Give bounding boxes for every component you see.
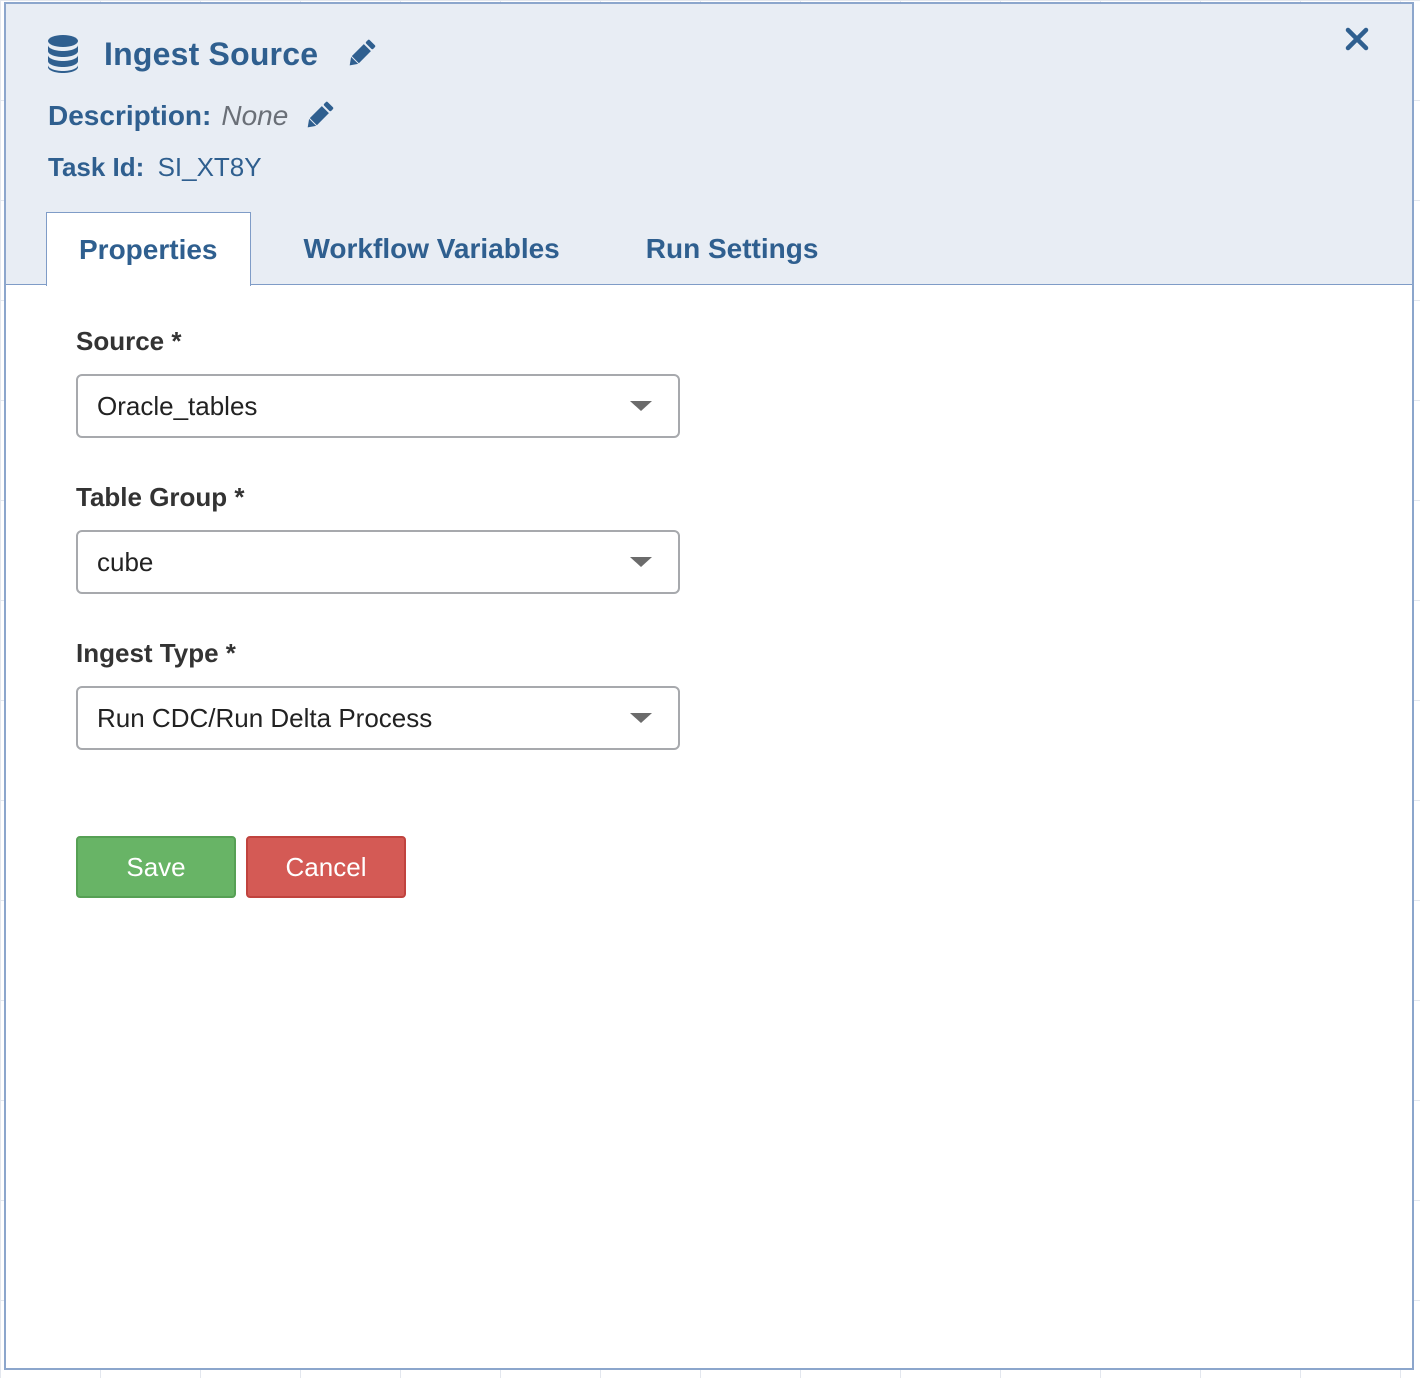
dialog-title: Ingest Source (104, 35, 319, 72)
close-icon[interactable] (1342, 24, 1372, 54)
source-select[interactable]: Oracle_tables (76, 374, 680, 438)
tab-workflow-variables[interactable]: Workflow Variables (271, 212, 593, 285)
table-group-select-value: cube (97, 546, 154, 577)
form-actions: Save Cancel (76, 836, 406, 898)
tab-run-settings[interactable]: Run Settings (613, 212, 852, 285)
caret-down-icon (630, 401, 652, 411)
ingest-type-select[interactable]: Run CDC/Run Delta Process (76, 686, 680, 750)
description-row: Description: None (48, 96, 336, 136)
ingest-type-label: Ingest Type * (76, 638, 236, 668)
tab-properties[interactable]: Properties (46, 212, 251, 286)
description-label: Description: (48, 100, 212, 131)
properties-form: Source * Oracle_tables Table Group * cub… (76, 324, 682, 750)
caret-down-icon (630, 557, 652, 567)
dialog-header: Ingest Source Description: None Task Id:… (6, 4, 1412, 286)
source-field: Source * Oracle_tables (76, 324, 682, 438)
source-label: Source * (76, 326, 182, 356)
description-value: None (221, 100, 289, 131)
edit-title-pencil-icon[interactable] (344, 37, 378, 71)
ingest-type-select-value: Run CDC/Run Delta Process (97, 702, 433, 733)
task-id-row: Task Id: SI_XT8Y (48, 152, 262, 183)
table-group-field: Table Group * cube (76, 480, 682, 594)
edit-description-pencil-icon[interactable] (302, 99, 336, 133)
database-icon (46, 34, 80, 74)
save-button[interactable]: Save (76, 836, 236, 898)
tab-bar: Properties Workflow Variables Run Settin… (46, 212, 852, 286)
ingest-type-field: Ingest Type * Run CDC/Run Delta Process (76, 636, 682, 750)
source-select-value: Oracle_tables (97, 390, 258, 421)
task-id-value: SI_XT8Y (157, 152, 262, 182)
table-group-label: Table Group * (76, 482, 245, 512)
ingest-source-dialog: Ingest Source Description: None Task Id:… (4, 2, 1414, 1370)
cancel-button[interactable]: Cancel (246, 836, 406, 898)
title-row: Ingest Source (46, 32, 378, 76)
caret-down-icon (630, 713, 652, 723)
table-group-select[interactable]: cube (76, 530, 680, 594)
task-id-label: Task Id: (48, 152, 145, 182)
